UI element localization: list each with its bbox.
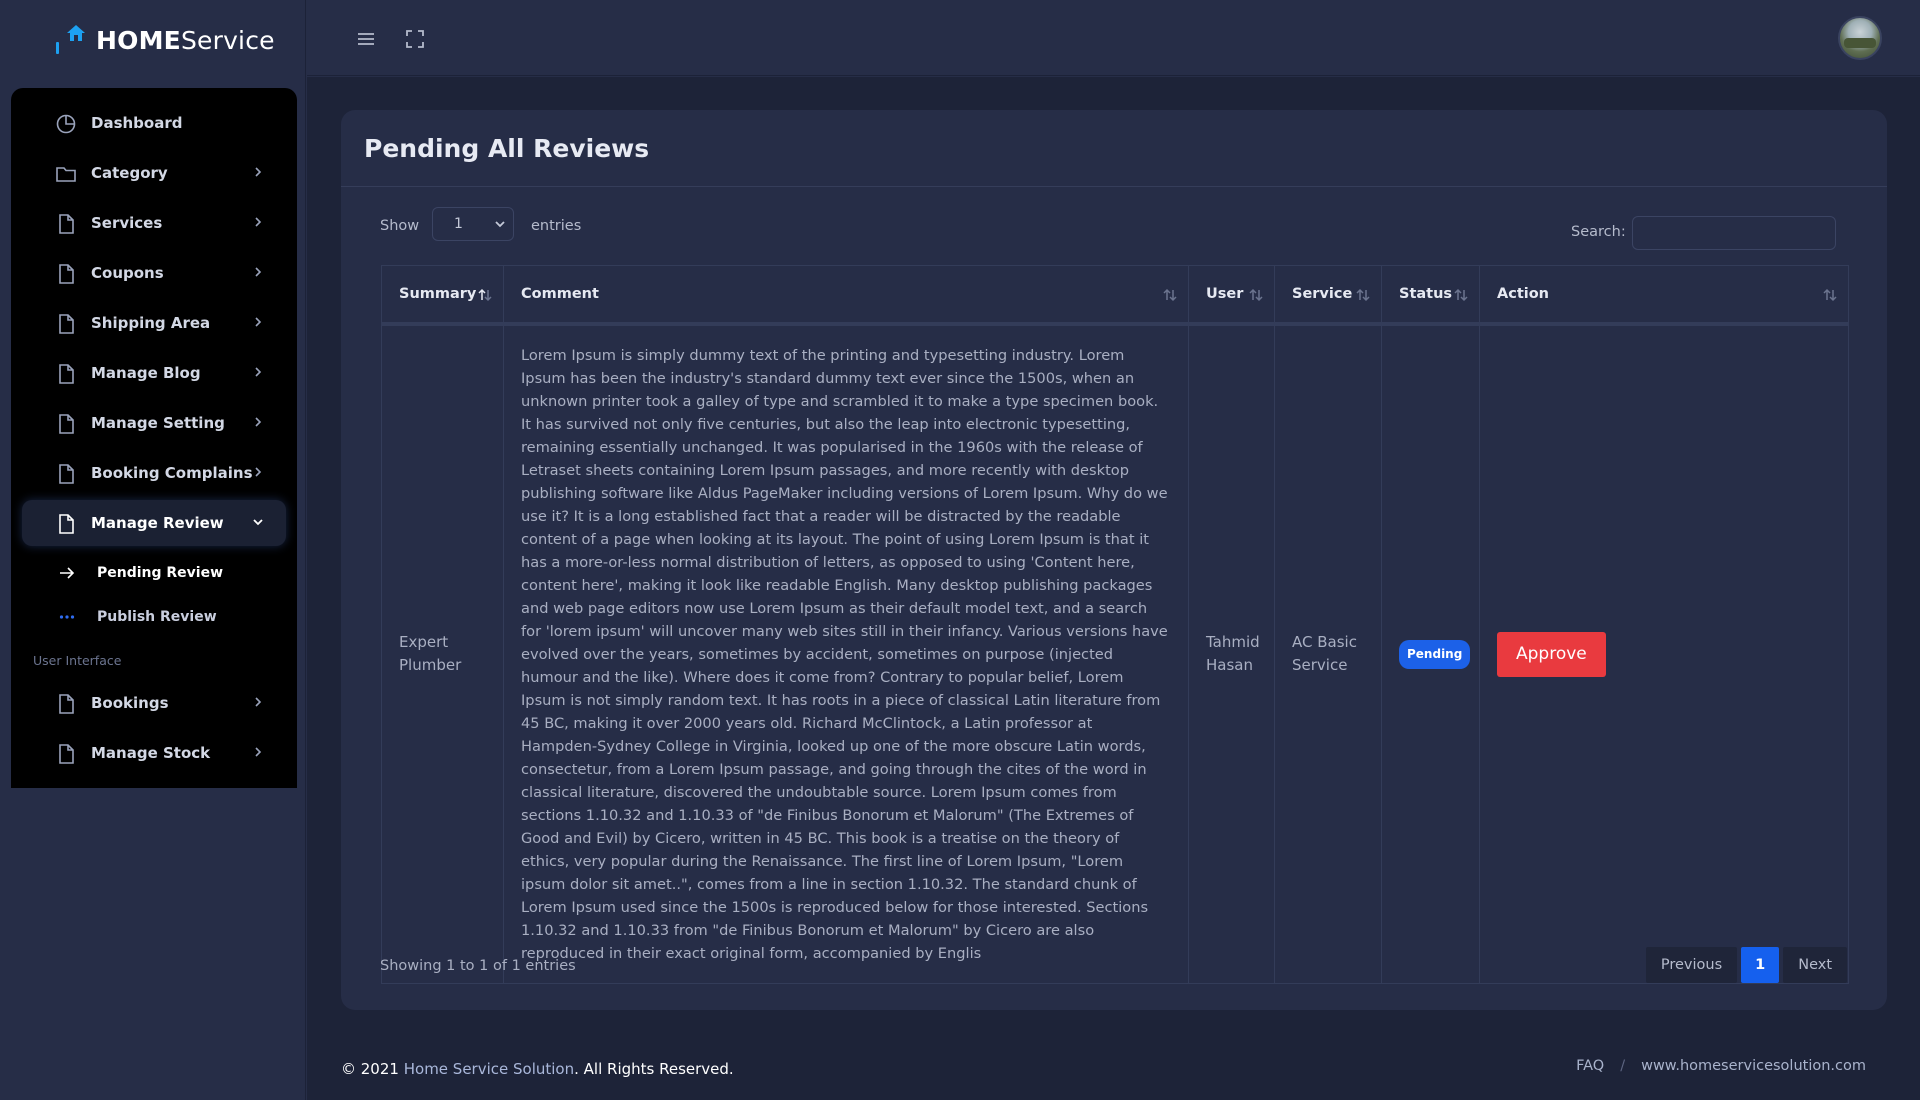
file-icon [59,464,74,484]
brand-logo[interactable]: HOMEService [50,20,275,60]
footer-separator: / [1620,1058,1626,1074]
approve-button[interactable]: Approve [1497,631,1606,677]
entries-label: entries [531,218,582,234]
entries-select-value: 1 [454,216,463,232]
fullscreen-icon[interactable] [404,28,426,50]
file-icon [59,694,74,714]
sidebar-item-manage-stock[interactable]: Manage Stock [22,730,286,776]
cell-user: Tahmid Hasan [1188,323,1275,984]
footer-links: FAQ / www.homeservicesolution.com [1576,1058,1866,1074]
brand-name: HOMEService [96,25,275,55]
chevron-right-icon [255,267,262,277]
topbar [307,0,1920,76]
sidebar-item-category[interactable]: Category [22,150,286,196]
sort-icon [1356,288,1370,302]
file-icon [59,414,74,434]
show-label: Show [380,218,420,234]
cell-status: Pending [1381,323,1480,984]
chevron-right-icon [255,167,262,177]
chevron-right-icon [255,697,262,707]
sidebar-item-bookings[interactable]: Bookings [22,680,286,726]
pagination: Previous 1 Next [1645,947,1847,983]
reviews-card: Pending All Reviews Show 1 entries Searc… [341,110,1887,1010]
faq-link[interactable]: FAQ [1576,1058,1604,1074]
avatar[interactable] [1838,16,1882,60]
file-icon [59,314,74,334]
file-icon [59,514,74,534]
sort-asc-icon [478,288,492,302]
chevron-right-icon [255,367,262,377]
footer-copyright: © 2021 Home Service Solution. All Rights… [341,1060,734,1078]
column-header-service[interactable]: Service [1274,265,1382,326]
search-label: Search: [1571,224,1626,240]
column-header-comment[interactable]: Comment [503,265,1189,326]
cell-summary: Expert Plumber [381,323,504,984]
footer-company-link[interactable]: Home Service Solution [404,1060,574,1078]
page-title: Pending All Reviews [364,134,650,163]
sidebar-item-dashboard[interactable]: Dashboard [22,100,286,146]
sidebar-subitem-pending-review[interactable]: Pending Review [11,558,297,588]
chevron-right-icon [255,417,262,427]
sort-icon [1823,288,1837,302]
sidebar-item-manage-setting[interactable]: Manage Setting [22,400,286,446]
sidebar-item-manage-blog[interactable]: Manage Blog [22,350,286,396]
folder-icon [56,167,76,182]
file-icon [59,744,74,764]
sidebar-item-shipping-area[interactable]: Shipping Area [22,300,286,346]
dots-icon [59,615,75,619]
sidebar-item-services[interactable]: Services [22,200,286,246]
status-badge: Pending [1399,639,1471,669]
column-header-user[interactable]: User [1188,265,1275,326]
table-header-row: Summary Comment User Service Status Acti… [381,265,1849,326]
sort-icon [1454,288,1468,302]
file-icon [59,264,74,284]
page-1-button[interactable]: 1 [1741,947,1780,983]
column-header-action[interactable]: Action [1479,265,1849,326]
sidebar-item-booking-complains[interactable]: Booking Complains [22,450,286,496]
chevron-right-icon [255,467,262,477]
sidebar-item-manage-review[interactable]: Manage Review [22,500,286,546]
table-row: Expert Plumber Lorem Ipsum is simply dum… [381,323,1849,984]
chevron-right-icon [255,747,262,757]
cell-action: Approve [1479,323,1849,984]
next-button[interactable]: Next [1783,947,1847,983]
table-info: Showing 1 to 1 of 1 entries [380,958,576,974]
chevron-down-icon [495,221,505,228]
hamburger-icon[interactable] [355,28,377,50]
sidebar-section-label: User Interface [33,653,122,668]
sidebar-menu: Dashboard Category Services Coupons Ship… [11,88,297,788]
column-header-status[interactable]: Status [1381,265,1480,326]
sidebar-subitem-publish-review[interactable]: Publish Review [11,602,297,632]
arrow-right-icon [60,567,75,579]
dashboard-icon [56,114,76,134]
sort-icon [1163,288,1177,302]
chevron-right-icon [255,317,262,327]
divider [341,186,1887,187]
search-input[interactable] [1632,216,1836,250]
sidebar: HOMEService Dashboard Category Services [0,0,306,1100]
sidebar-item-coupons[interactable]: Coupons [22,250,286,296]
file-icon [59,214,74,234]
chevron-down-icon [253,519,263,526]
cell-comment: Lorem Ipsum is simply dummy text of the … [503,323,1189,984]
chevron-right-icon [255,217,262,227]
home-icon [50,22,94,58]
sort-icon [1249,288,1263,302]
cell-service: AC Basic Service [1274,323,1382,984]
reviews-table: Summary Comment User Service Status Acti… [381,265,1849,984]
main-content: Pending All Reviews Show 1 entries Searc… [307,77,1920,1100]
column-header-summary[interactable]: Summary [381,265,504,326]
previous-button[interactable]: Previous [1645,947,1738,983]
entries-select[interactable]: 1 [432,207,514,241]
website-link[interactable]: www.homeservicesolution.com [1641,1058,1866,1074]
file-icon [59,364,74,384]
